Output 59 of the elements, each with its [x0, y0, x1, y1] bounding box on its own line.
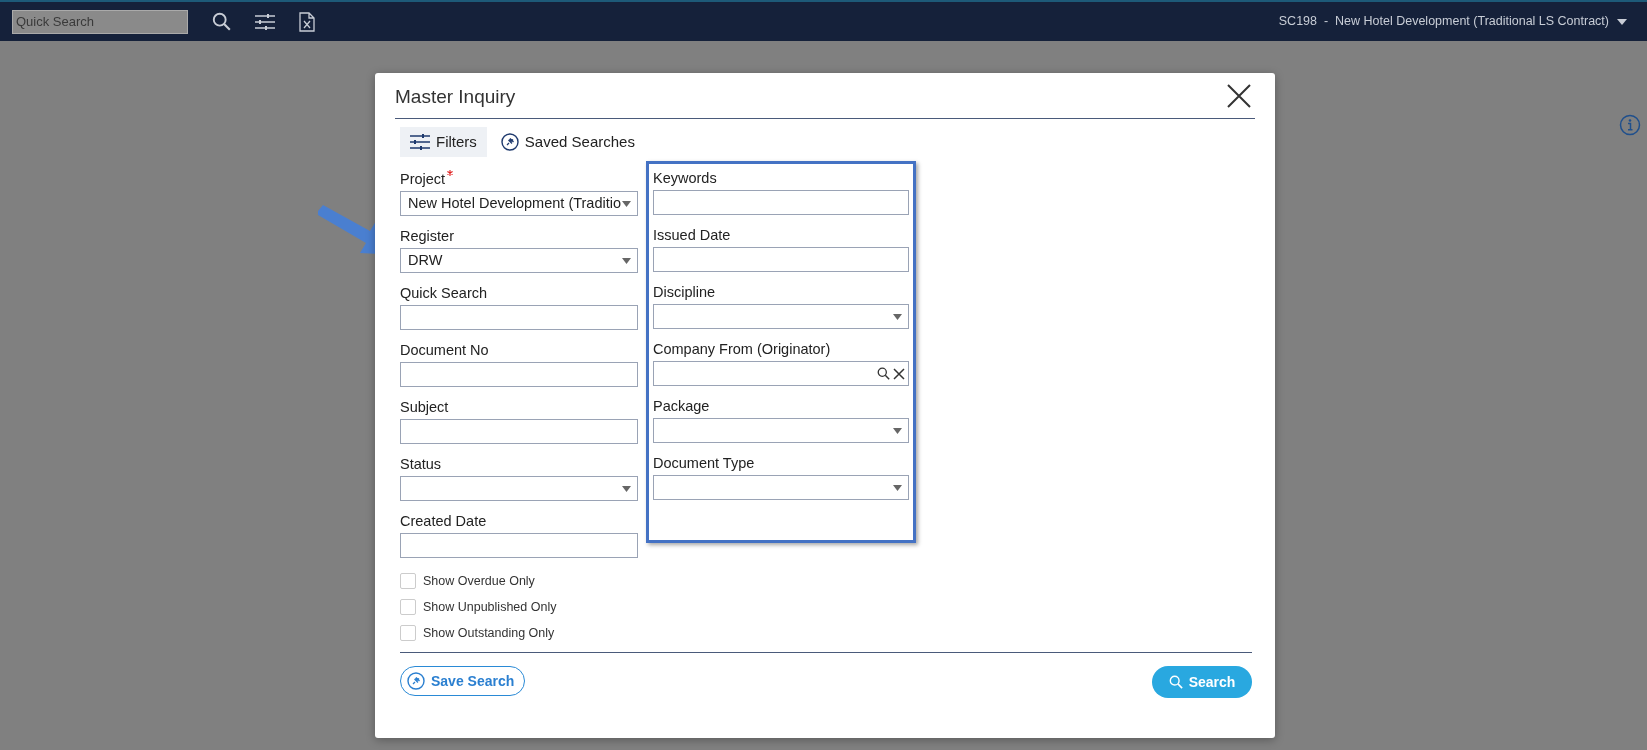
field-label: Document No	[400, 341, 489, 360]
input-field[interactable]	[653, 190, 909, 215]
field-label: Register	[400, 227, 454, 246]
checkbox-label: Show Overdue Only	[423, 573, 535, 590]
caret-icon	[622, 200, 631, 207]
required-asterisk-icon	[447, 170, 454, 176]
checkbox[interactable]	[400, 599, 416, 616]
select-field[interactable]	[653, 418, 909, 443]
field-label: Quick Search	[400, 284, 488, 303]
caret-icon	[622, 485, 631, 492]
caret-icon	[893, 484, 902, 491]
checkbox-label: Show Outstanding Only	[423, 624, 555, 642]
sliders-button[interactable]	[255, 13, 275, 30]
field-label: Package	[653, 397, 710, 416]
input-field[interactable]	[653, 247, 909, 272]
select-field[interactable]	[653, 475, 909, 500]
search-field[interactable]: Quick Search	[12, 9, 188, 34]
search-button[interactable]	[212, 12, 231, 31]
sliders-icon	[410, 134, 430, 150]
sliders-icon	[255, 13, 275, 30]
close-icon	[893, 367, 905, 380]
caret-icon	[622, 257, 631, 264]
input-field[interactable]	[400, 305, 638, 330]
field-label: Company From (Originator)	[653, 340, 831, 359]
field-label: Status	[400, 455, 442, 474]
checkbox-label: Show Unpublished Only	[423, 598, 557, 616]
close-icon	[1227, 83, 1251, 108]
tab[interactable]: Filters	[400, 127, 487, 157]
pin-icon	[500, 133, 519, 151]
search-icon	[212, 12, 231, 31]
project-selector[interactable]: SC198 - New Hotel Development (Traditional LS Contract)	[1278, 12, 1627, 31]
close-button[interactable]	[1227, 83, 1251, 108]
caret-icon	[893, 427, 902, 434]
excel-export-button[interactable]	[299, 11, 315, 32]
select-field[interactable]: DRW	[400, 248, 638, 273]
field-label: Project	[400, 170, 446, 189]
select-field[interactable]	[653, 304, 909, 329]
search-icon	[877, 367, 890, 380]
caret-icon	[893, 313, 902, 320]
caret-icon	[1617, 18, 1627, 25]
search-icon	[1168, 675, 1183, 689]
field-label: Subject	[400, 398, 449, 417]
field-label: Discipline	[653, 283, 716, 302]
checkbox[interactable]	[400, 624, 416, 641]
select-field[interactable]	[400, 476, 638, 501]
tab[interactable]: Saved Searches	[490, 127, 645, 157]
field-label: Keywords	[653, 169, 717, 188]
pin-icon	[407, 672, 425, 690]
checkbox[interactable]	[400, 573, 416, 590]
dialog-title: Master Inquiry	[395, 84, 516, 109]
document-x-icon	[299, 11, 315, 32]
field-label: Issued Date	[653, 226, 731, 245]
input-field[interactable]	[400, 419, 638, 444]
input-field[interactable]	[400, 362, 638, 387]
info-icon[interactable]	[1619, 114, 1641, 136]
lookup-field[interactable]	[653, 361, 909, 386]
field-label: Document Type	[653, 454, 755, 473]
field-label: Created Date	[400, 512, 487, 531]
input-field[interactable]	[400, 533, 638, 558]
